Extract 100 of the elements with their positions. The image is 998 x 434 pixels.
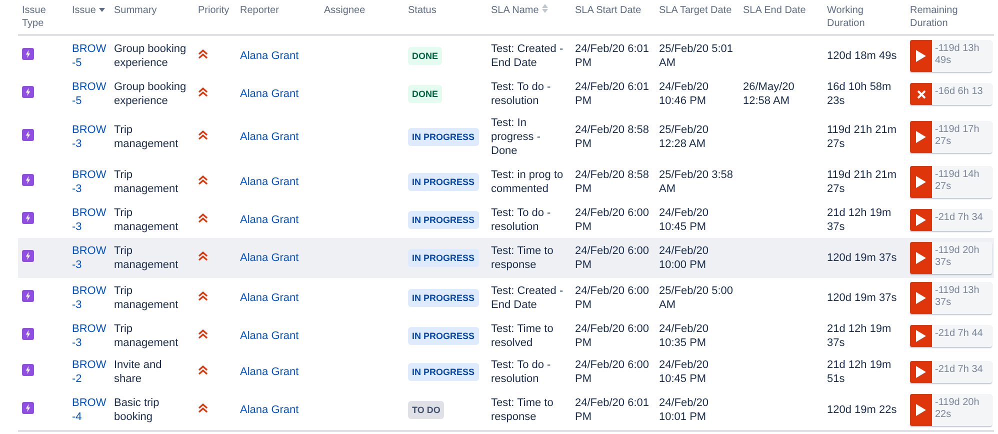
sla-name: Test: Time to resolved xyxy=(491,323,554,349)
double-chevron-up-icon xyxy=(198,130,208,140)
summary: Trip management xyxy=(114,285,178,311)
issue-link[interactable]: BROW -3 xyxy=(72,322,106,350)
reporter-link[interactable]: Alana Grant xyxy=(240,214,299,226)
double-chevron-up-icon xyxy=(198,403,208,413)
start-date: 24/Feb/20 6:01 PM xyxy=(575,43,650,69)
double-chevron-up-icon xyxy=(198,175,208,185)
status-lozenge: IN PROGRESS xyxy=(408,173,479,191)
play-icon xyxy=(916,50,926,62)
column-header: Assignee xyxy=(324,5,366,16)
status-lozenge: IN PROGRESS xyxy=(408,211,479,229)
column-header: SLA Start Date xyxy=(575,5,642,16)
issue-link[interactable]: BROW -3 xyxy=(72,168,106,196)
end-date: 26/May/20 12:58 AM xyxy=(743,81,794,107)
issue-link[interactable]: BROW -3 xyxy=(72,244,106,272)
play-icon xyxy=(916,176,926,188)
summary: Trip management xyxy=(114,323,178,349)
issue-link[interactable]: BROW -3 xyxy=(72,284,106,312)
status-lozenge: TO DO xyxy=(408,401,444,419)
summary: Trip management xyxy=(114,245,178,271)
reporter-link[interactable]: Alana Grant xyxy=(240,366,299,378)
working-duration: 119d 21h 21m 27s xyxy=(827,169,897,195)
double-chevron-up-icon xyxy=(198,291,208,301)
summary: Group booking experience xyxy=(114,81,186,107)
reporter-link[interactable]: Alana Grant xyxy=(240,404,299,416)
column-header: Remaining Duration xyxy=(910,5,958,29)
start-date: 24/Feb/20 8:58 PM xyxy=(575,169,650,195)
double-chevron-up-icon xyxy=(198,49,208,59)
status-lozenge: IN PROGRESS xyxy=(408,363,479,381)
issue-link[interactable]: BROW -5 xyxy=(72,80,106,108)
target-date: 24/Feb/20 10:45 PM xyxy=(659,359,709,385)
issue-link[interactable]: BROW -3 xyxy=(72,123,106,151)
working-duration: 21d 12h 19m 37s xyxy=(827,207,892,233)
summary: Trip management xyxy=(114,124,178,150)
start-date: 24/Feb/20 6:00 PM xyxy=(575,245,650,271)
reporter-link[interactable]: Alana Grant xyxy=(240,252,299,264)
play-icon xyxy=(916,131,926,143)
sla-name: Test: In progress - Done xyxy=(491,117,541,157)
target-date: 25/Feb/20 5:00 AM xyxy=(659,285,734,311)
column-header: Summary xyxy=(114,5,157,16)
status-lozenge: IN PROGRESS xyxy=(408,249,479,267)
reporter-link[interactable]: Alana Grant xyxy=(240,88,299,100)
play-icon xyxy=(916,292,926,304)
column-header: Priority xyxy=(198,5,230,16)
summary: Basic trip booking xyxy=(114,397,160,423)
double-chevron-up-icon xyxy=(198,365,208,375)
reporter-link[interactable]: Alana Grant xyxy=(240,330,299,342)
sla-name: Test: Time to response xyxy=(491,245,554,271)
working-duration: 120d 19m 37s xyxy=(827,252,897,264)
double-chevron-up-icon xyxy=(198,87,208,97)
target-date: 25/Feb/20 5:01 AM xyxy=(659,43,734,69)
reporter-link[interactable]: Alana Grant xyxy=(240,131,299,143)
issue-link[interactable]: BROW -4 xyxy=(72,396,106,424)
reporter-link[interactable]: Alana Grant xyxy=(240,176,299,188)
start-date: 24/Feb/20 8:58 PM xyxy=(575,124,650,150)
remaining-duration: -119d 17h 27s xyxy=(934,123,980,149)
sort-icon xyxy=(542,4,548,13)
working-duration: 120d 18m 49s xyxy=(827,50,897,62)
reporter-link[interactable]: Alana Grant xyxy=(240,50,299,62)
remaining-duration: -21d 7h 44 xyxy=(934,327,984,341)
remaining-duration: -119d 13h 37s xyxy=(934,284,980,310)
issue-link[interactable]: BROW -2 xyxy=(72,358,106,386)
remaining-duration: -119d 20h 37s xyxy=(934,244,980,270)
sla-name: Test: Created - End Date xyxy=(491,285,564,311)
play-icon xyxy=(916,404,926,416)
target-date: 24/Feb/20 10:45 PM xyxy=(659,207,709,233)
lightning-icon xyxy=(22,290,34,302)
lightning-icon xyxy=(22,364,34,376)
column-header: SLA Target Date xyxy=(659,5,732,16)
issue-link[interactable]: BROW -3 xyxy=(72,206,106,234)
remaining-duration: -21d 7h 34 xyxy=(934,363,984,377)
close-icon xyxy=(916,90,926,98)
sort-descending-icon xyxy=(98,7,105,13)
remaining-duration: -119d 20h 22s xyxy=(934,396,980,422)
lightning-icon xyxy=(22,212,34,224)
remaining-duration: -119d 13h 49s xyxy=(934,42,980,68)
sla-name: Test: To do - resolution xyxy=(491,207,551,233)
working-duration: 119d 21h 21m 27s xyxy=(827,124,897,150)
target-date: 25/Feb/20 3:58 AM xyxy=(659,169,734,195)
lightning-icon xyxy=(22,174,34,186)
start-date: 24/Feb/20 6:01 PM xyxy=(575,81,650,107)
summary: Group booking experience xyxy=(114,43,186,69)
lightning-icon xyxy=(22,86,34,98)
column-header[interactable]: Issue xyxy=(72,5,96,16)
status-lozenge: DONE xyxy=(408,85,442,103)
working-duration: 21d 12h 19m 37s xyxy=(827,323,892,349)
summary: Invite and share xyxy=(114,359,162,385)
double-chevron-up-icon xyxy=(198,213,208,223)
column-header[interactable]: SLA Name xyxy=(491,5,539,16)
issue-link[interactable]: BROW -5 xyxy=(72,42,106,70)
lightning-icon xyxy=(22,129,34,141)
reporter-link[interactable]: Alana Grant xyxy=(240,292,299,304)
summary: Trip management xyxy=(114,207,178,233)
summary: Trip management xyxy=(114,169,178,195)
working-duration: 120d 19m 37s xyxy=(827,292,897,304)
sla-name: Test: Created - End Date xyxy=(491,43,564,69)
working-duration: 120d 19m 22s xyxy=(827,404,897,416)
lightning-icon xyxy=(22,250,34,262)
status-lozenge: IN PROGRESS xyxy=(408,289,479,307)
